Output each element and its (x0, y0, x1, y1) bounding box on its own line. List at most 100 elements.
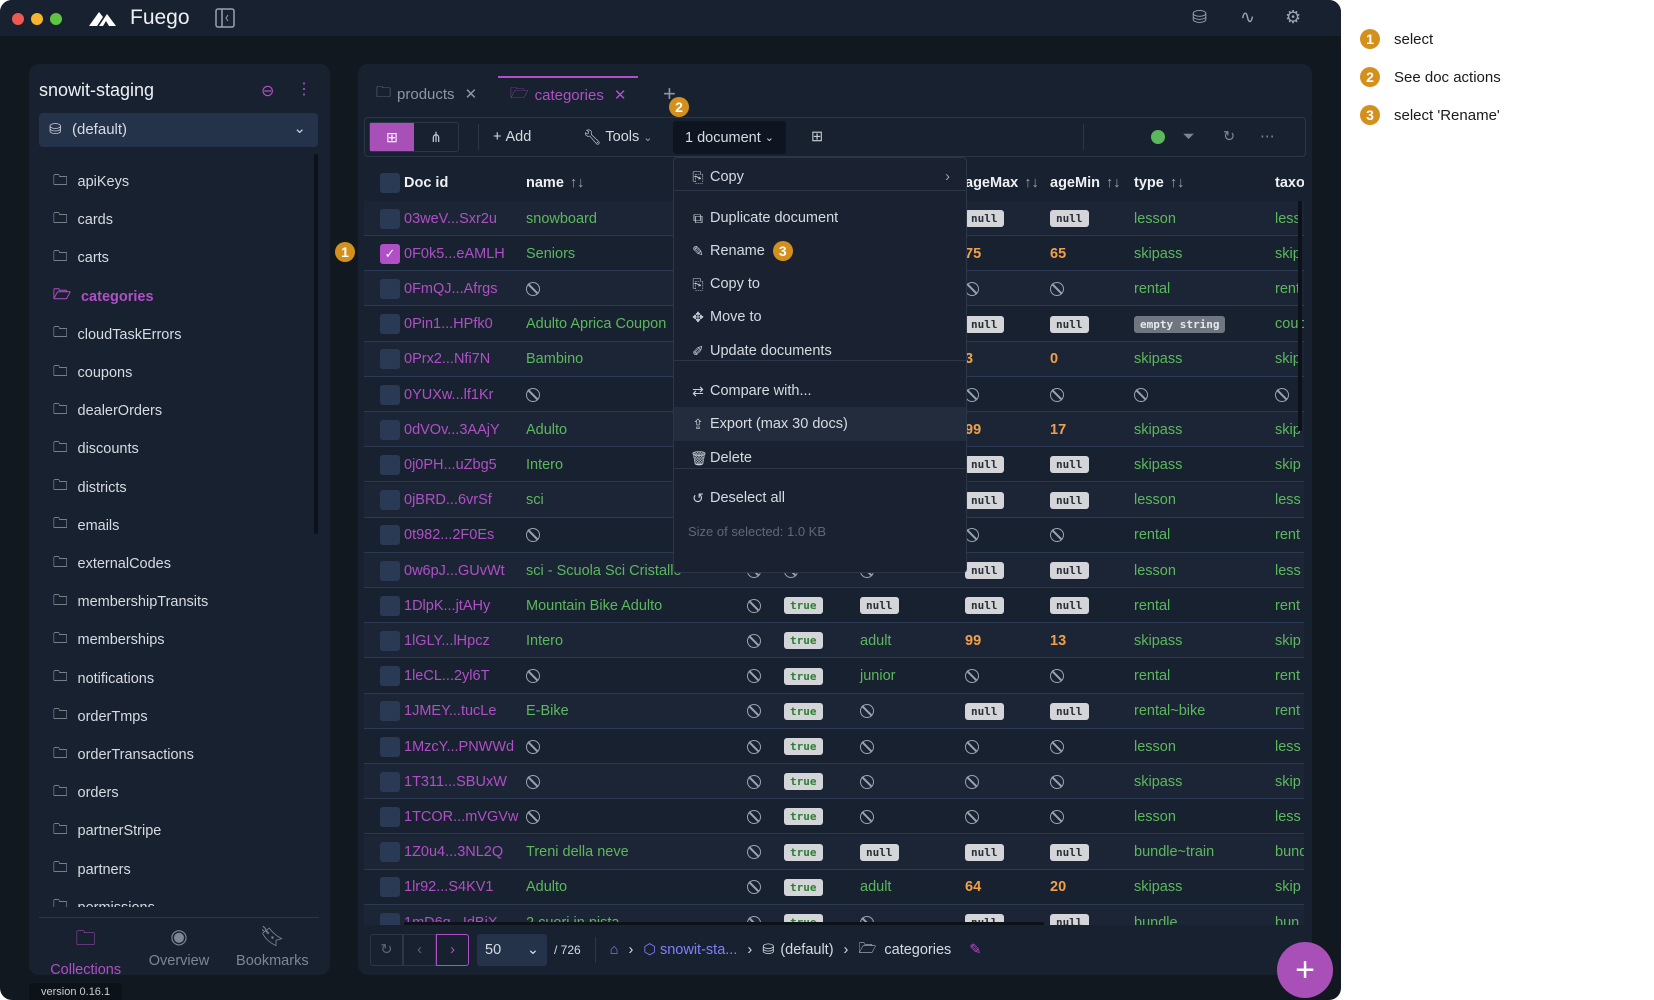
sidebar-item-membershipTransits[interactable]: 🗀 membershipTransits (53, 590, 208, 614)
table-cell[interactable]: skipass (1134, 623, 1182, 658)
table-cell[interactable] (965, 659, 979, 694)
minimize-window-button[interactable] (31, 13, 43, 25)
row-checkbox[interactable] (380, 483, 400, 518)
menu-item-delete[interactable]: 🗑︎ Delete (674, 441, 966, 475)
refresh-button[interactable]: ↻ (1223, 118, 1235, 156)
vertical-scrollbar[interactable] (1298, 201, 1302, 431)
sort-icon[interactable]: ↑↓ (570, 175, 585, 191)
row-checkbox[interactable] (380, 412, 400, 447)
doc-id[interactable]: 1DlpK...jtAHy (404, 588, 490, 623)
table-cell[interactable]: true (784, 835, 823, 870)
table-cell[interactable]: less (1275, 729, 1301, 764)
home-icon[interactable]: ⌂ (610, 942, 619, 958)
sidebar-item-cards[interactable]: 🗀 cards (53, 208, 113, 232)
table-row[interactable]: 1TCOR...mVGVw true lesson less (364, 799, 1304, 835)
table-cell[interactable] (860, 729, 874, 764)
table-cell[interactable]: bun (1275, 905, 1299, 926)
sidebar-item-coupons[interactable]: 🗀 coupons (53, 361, 132, 385)
table-cell[interactable]: bundle (1134, 905, 1178, 926)
doc-id[interactable]: 1JMEY...tucLe (404, 694, 496, 729)
close-tab-icon[interactable]: ✕ (465, 85, 478, 103)
doc-id[interactable]: 1lGLY...lHpcz (404, 623, 490, 658)
table-cell[interactable]: null (860, 588, 899, 623)
more-button[interactable]: ⋯ (1260, 118, 1275, 156)
table-cell[interactable]: less (1275, 201, 1301, 236)
table-cell[interactable]: lesson (1134, 799, 1176, 834)
row-checkbox[interactable] (380, 764, 400, 799)
row-checkbox[interactable] (380, 342, 400, 377)
row-checkbox[interactable] (380, 377, 400, 412)
table-cell[interactable] (860, 799, 874, 834)
breadcrumb-database[interactable]: (default) (780, 942, 833, 958)
page-size-select[interactable]: 50 ⌄ (477, 934, 547, 966)
table-cell[interactable] (747, 870, 761, 905)
sidebar-item-partnerStripe[interactable]: 🗀 partnerStripe (53, 819, 161, 843)
table-cell[interactable]: skip (1275, 412, 1301, 447)
table-cell[interactable]: null (1050, 694, 1089, 729)
doc-id[interactable]: 0Prx2...Nfi7N (404, 342, 490, 377)
add-document-fab[interactable]: + (1277, 942, 1333, 998)
table-cell[interactable]: sci - Scuola Sci Cristallo (526, 553, 682, 588)
doc-id[interactable]: 1T311...SBUxW (404, 764, 507, 799)
table-cell[interactable]: less (1275, 483, 1301, 518)
row-checkbox[interactable] (380, 447, 400, 482)
table-cell[interactable]: rent (1275, 518, 1300, 553)
table-cell[interactable]: lesson (1134, 729, 1176, 764)
table-cell[interactable]: Bambino (526, 342, 583, 377)
table-cell[interactable]: rental (1134, 271, 1170, 306)
doc-id[interactable]: 0jBRD...6vrSf (404, 483, 492, 518)
menu-item-compare-with[interactable]: ⇄ Compare with... (674, 374, 966, 408)
menu-item-copy[interactable]: ⎘ Copy › (674, 160, 966, 194)
sidebar-scrollbar[interactable] (314, 154, 318, 534)
table-cell[interactable]: true (784, 729, 823, 764)
table-cell[interactable]: skip (1275, 447, 1301, 482)
row-checkbox[interactable] (380, 659, 400, 694)
maximize-window-button[interactable] (50, 13, 62, 25)
table-cell[interactable] (526, 271, 540, 306)
table-cell[interactable] (747, 623, 761, 658)
row-checkbox[interactable]: ✓ (380, 236, 400, 271)
table-cell[interactable] (526, 799, 540, 834)
table-cell[interactable]: null (965, 553, 1004, 588)
table-cell[interactable]: null (965, 447, 1004, 482)
sidebar-item-orderTransactions[interactable]: 🗀 orderTransactions (53, 743, 194, 767)
table-cell[interactable] (1050, 659, 1064, 694)
table-cell[interactable]: null (965, 201, 1004, 236)
table-cell[interactable] (526, 518, 540, 553)
table-cell[interactable] (747, 799, 761, 834)
table-cell[interactable]: lesson (1134, 201, 1176, 236)
column-header[interactable]: ageMin ↑↓ (1050, 165, 1120, 201)
table-cell[interactable]: adult (860, 870, 891, 905)
table-cell[interactable] (965, 764, 979, 799)
database-select[interactable]: ⛁ (default) ⌄ (39, 113, 318, 147)
table-cell[interactable]: true (784, 588, 823, 623)
table-cell[interactable]: null (1050, 835, 1089, 870)
table-cell[interactable]: skip (1275, 236, 1301, 271)
menu-item-export-max-30-docs[interactable]: ⇪ Export (max 30 docs) (674, 407, 966, 441)
table-cell[interactable]: snowboard (526, 201, 597, 236)
nav-overview[interactable]: ◉ Overview (132, 918, 225, 975)
row-checkbox[interactable] (380, 518, 400, 553)
doc-id[interactable]: 0Pin1...HPfk0 (404, 307, 493, 342)
table-cell[interactable] (1134, 377, 1148, 412)
menu-item-copy-to[interactable]: ⎘ Copy to (674, 267, 966, 301)
table-cell[interactable]: bundle~train (1134, 835, 1214, 870)
sort-icon[interactable]: ↑↓ (1024, 175, 1039, 191)
doc-id[interactable]: 1leCL...2yl6T (404, 659, 489, 694)
table-cell[interactable] (747, 588, 761, 623)
table-cell[interactable]: skip (1275, 764, 1301, 799)
reload-page-button[interactable]: ↻ (370, 934, 403, 966)
select-all-checkbox[interactable] (380, 165, 400, 201)
doc-id[interactable]: 1TCOR...mVGVw (404, 799, 518, 834)
menu-item-rename[interactable]: ✎ Rename 3 (674, 234, 966, 268)
table-cell[interactable]: Adulto Aprica Coupon (526, 307, 666, 342)
table-cell[interactable]: skipass (1134, 412, 1182, 447)
menu-item-move-to[interactable]: ✥ Move to (674, 300, 966, 334)
sidebar-item-externalCodes[interactable]: 🗀 externalCodes (53, 552, 171, 576)
tab-categories[interactable]: 🗁 categories ✕ (498, 76, 639, 112)
table-cell[interactable]: skipass (1134, 870, 1182, 905)
row-checkbox[interactable] (380, 271, 400, 306)
table-cell[interactable] (747, 659, 761, 694)
table-cell[interactable]: 65 (1050, 236, 1066, 271)
sidebar-item-carts[interactable]: 🗀 carts (53, 246, 109, 270)
